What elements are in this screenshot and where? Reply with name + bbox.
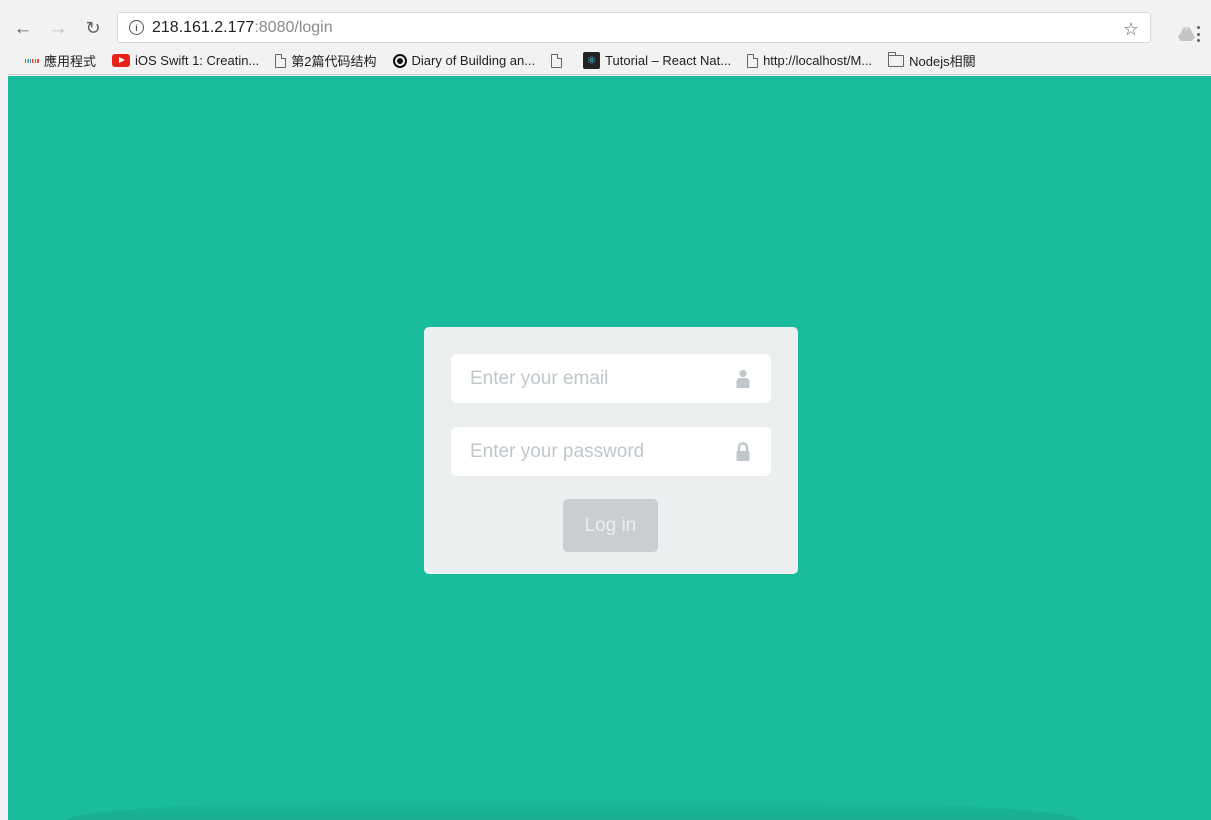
address-url[interactable]: 218.161.2.177:8080/login xyxy=(152,19,333,37)
user-icon xyxy=(736,369,750,388)
bookmark-localhost[interactable]: http://localhost/M... xyxy=(747,53,872,68)
browser-window: ← → ↻ i 218.161.2.177:8080/login ☆ 應用程式 … xyxy=(0,0,1211,820)
login-button[interactable]: Log in xyxy=(563,499,658,552)
drive-extension-icon[interactable] xyxy=(1178,27,1195,41)
reload-button[interactable]: ↻ xyxy=(82,17,104,39)
reload-icon: ↻ xyxy=(85,18,101,38)
bookmark-label: http://localhost/M... xyxy=(763,53,873,68)
arrow-left-icon: ← xyxy=(13,17,33,39)
bookmark-diary[interactable]: Diary of Building an... xyxy=(392,53,536,68)
bookmark-label: Nodejs相關 xyxy=(909,54,976,69)
star-icon[interactable]: ☆ xyxy=(1123,19,1139,40)
page-icon xyxy=(747,53,759,68)
window-top-edge xyxy=(8,0,1211,9)
login-card: Log in xyxy=(424,327,798,574)
email-field-wrapper xyxy=(451,354,771,403)
site-info-icon[interactable]: i xyxy=(129,20,144,35)
bookmarks-bar: 應用程式 iOS Swift 1: Creatin... 第2篇代码结构 Dia… xyxy=(8,47,1211,75)
folder-icon xyxy=(888,52,905,67)
arrow-right-icon: → xyxy=(48,17,68,39)
bookmark-code-structure[interactable]: 第2篇代码结构 xyxy=(275,51,377,70)
email-input[interactable] xyxy=(451,354,771,403)
bookmark-folder-nodejs[interactable]: Nodejs相關 xyxy=(888,51,976,70)
bookmark-label: iOS Swift 1: Creatin... xyxy=(135,53,260,68)
youtube-icon xyxy=(112,54,131,67)
bookmark-ios-swift[interactable]: iOS Swift 1: Creatin... xyxy=(112,53,259,68)
bookmark-untitled[interactable] xyxy=(551,53,567,68)
bookmark-label: 應用程式 xyxy=(44,54,97,69)
url-path: :8080/login xyxy=(254,18,333,36)
back-button[interactable]: ← xyxy=(12,17,34,39)
target-icon xyxy=(392,53,407,68)
bookmark-apps[interactable]: 應用程式 xyxy=(24,51,97,70)
bookmark-react-tutorial[interactable]: ⚛ Tutorial – React Nat... xyxy=(583,52,731,69)
bookmark-label: Diary of Building an... xyxy=(411,53,536,68)
lock-icon xyxy=(736,442,750,461)
forward-button[interactable]: → xyxy=(47,17,69,39)
url-host: 218.161.2.177 xyxy=(152,18,255,36)
bookmark-label: 第2篇代码结构 xyxy=(291,54,377,69)
page-content: Log in xyxy=(8,76,1211,820)
address-bar[interactable]: i 218.161.2.177:8080/login ☆ xyxy=(117,12,1151,43)
bookmark-label: Tutorial – React Nat... xyxy=(605,53,732,68)
page-icon xyxy=(551,53,563,68)
browser-toolbar: ← → ↻ i 218.161.2.177:8080/login ☆ xyxy=(8,9,1211,47)
page-icon xyxy=(275,53,287,68)
react-icon: ⚛ xyxy=(583,52,601,69)
page-bottom-shadow xyxy=(68,798,1078,820)
password-field-wrapper xyxy=(451,427,771,476)
password-input[interactable] xyxy=(451,427,771,476)
apps-grid-icon xyxy=(24,54,40,68)
kebab-menu-icon[interactable] xyxy=(1195,26,1201,42)
